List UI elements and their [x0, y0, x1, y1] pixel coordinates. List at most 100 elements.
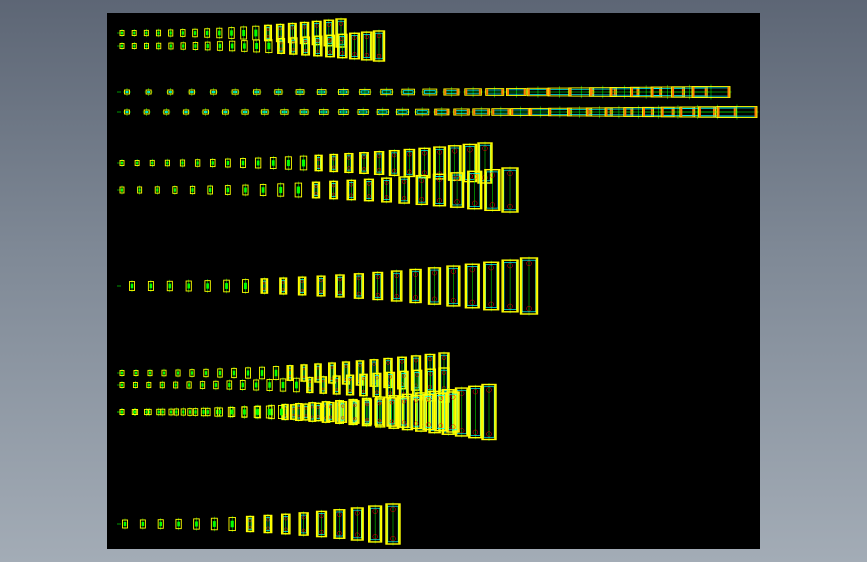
bearing-section[interactable] — [344, 152, 354, 174]
bearing-section[interactable] — [484, 86, 506, 98]
bearing-series-row[interactable] — [117, 502, 401, 546]
bearing-section[interactable] — [690, 84, 732, 100]
bearing-section[interactable] — [301, 402, 310, 422]
bearing-section[interactable] — [217, 406, 223, 418]
bearing-section[interactable] — [298, 107, 310, 117]
bearing-section[interactable] — [168, 28, 174, 38]
bearing-section[interactable] — [471, 106, 492, 118]
bearing-section[interactable] — [329, 179, 339, 201]
bearing-section[interactable] — [345, 373, 355, 397]
bearing-section[interactable] — [259, 182, 267, 198]
bearing-section[interactable] — [146, 380, 152, 390]
bearing-section[interactable] — [199, 380, 206, 390]
bearing-section[interactable] — [410, 394, 423, 430]
bearing-section[interactable] — [326, 401, 335, 423]
bearing-section[interactable] — [273, 87, 284, 97]
bearing-section[interactable] — [289, 36, 298, 56]
bearing-section[interactable] — [337, 87, 350, 97]
bearing-section[interactable] — [289, 403, 298, 421]
bearing-section[interactable] — [346, 178, 357, 202]
bearing-section[interactable] — [194, 158, 201, 168]
bearing-section[interactable] — [277, 182, 285, 198]
bearing-section[interactable] — [201, 107, 211, 117]
bearing-section[interactable] — [137, 185, 143, 195]
bearing-section[interactable] — [131, 41, 137, 51]
bearing-section[interactable] — [306, 376, 314, 394]
bearing-section[interactable] — [229, 39, 236, 53]
bearing-section[interactable] — [123, 108, 131, 116]
bearing-section[interactable] — [490, 106, 512, 118]
bearing-section[interactable] — [484, 168, 501, 212]
bearing-section[interactable] — [284, 155, 292, 171]
bearing-section[interactable] — [297, 275, 307, 297]
bearing-section[interactable] — [258, 365, 266, 381]
bearing-section[interactable] — [180, 28, 186, 38]
bearing-section[interactable] — [260, 277, 269, 295]
bearing-section[interactable] — [175, 517, 182, 531]
bearing-section[interactable] — [442, 86, 461, 98]
bearing-section[interactable] — [316, 274, 326, 298]
bearing-section[interactable] — [181, 107, 191, 117]
bearing-section[interactable] — [338, 400, 348, 424]
bearing-section[interactable] — [164, 158, 170, 168]
bearing-section[interactable] — [446, 390, 460, 434]
bearing-section[interactable] — [166, 279, 173, 293]
bearing-section[interactable] — [313, 34, 323, 58]
bearing-section[interactable] — [398, 175, 411, 205]
bearing-section[interactable] — [368, 504, 383, 544]
bearing-section[interactable] — [467, 169, 483, 211]
bearing-section[interactable] — [409, 268, 422, 304]
bearing-section[interactable] — [251, 87, 262, 97]
bearing-section[interactable] — [240, 107, 250, 117]
bearing-section[interactable] — [189, 368, 195, 378]
bearing-section[interactable] — [254, 156, 262, 170]
bearing-section[interactable] — [209, 157, 216, 169]
bearing-section[interactable] — [279, 276, 288, 296]
bearing-section[interactable] — [228, 515, 236, 533]
bearing-section[interactable] — [187, 87, 197, 97]
bearing-section[interactable] — [373, 150, 385, 176]
bearing-section[interactable] — [147, 279, 154, 293]
bearing-section[interactable] — [315, 87, 328, 97]
bearing-section[interactable] — [180, 407, 186, 417]
bearing-section[interactable] — [143, 28, 149, 38]
bearing-section[interactable] — [432, 172, 447, 208]
bearing-section[interactable] — [356, 107, 370, 117]
bearing-section[interactable] — [388, 394, 400, 430]
bearing-section[interactable] — [216, 26, 223, 40]
bearing-section[interactable] — [363, 177, 375, 203]
bearing-section[interactable] — [253, 38, 261, 54]
bearing-section[interactable] — [203, 367, 209, 379]
bearing-section[interactable] — [350, 399, 360, 425]
bearing-section[interactable] — [372, 270, 384, 302]
bearing-section[interactable] — [314, 153, 323, 173]
bearing-section[interactable] — [418, 146, 431, 180]
bearing-section[interactable] — [300, 363, 308, 383]
bearing-section[interactable] — [279, 377, 287, 393]
bearing-section[interactable] — [192, 40, 199, 52]
bearing-section[interactable] — [433, 107, 451, 117]
bearing-section[interactable] — [519, 256, 539, 316]
bearing-section[interactable] — [241, 39, 248, 53]
bearing-section[interactable] — [362, 398, 373, 426]
bearing-section[interactable] — [213, 379, 219, 391]
bearing-section[interactable] — [414, 107, 431, 117]
bearing-section[interactable] — [298, 511, 309, 537]
bearing-section[interactable] — [286, 364, 294, 382]
bearing-section[interactable] — [168, 41, 174, 51]
bearing-section[interactable] — [353, 272, 365, 300]
bearing-section[interactable] — [175, 368, 181, 378]
bearing-section[interactable] — [314, 401, 323, 423]
bearing-section[interactable] — [204, 27, 211, 39]
bearing-section[interactable] — [463, 86, 483, 98]
bearing-section[interactable] — [505, 86, 528, 98]
bearing-section[interactable] — [446, 264, 461, 308]
bearing-section[interactable] — [319, 375, 328, 395]
bearing-section[interactable] — [161, 368, 167, 378]
bearing-section[interactable] — [333, 508, 346, 540]
bearing-section[interactable] — [179, 158, 186, 168]
bearing-section[interactable] — [252, 24, 260, 42]
bearing-section[interactable] — [385, 502, 401, 546]
bearing-section[interactable] — [359, 151, 369, 175]
bearing-section[interactable] — [464, 262, 480, 310]
